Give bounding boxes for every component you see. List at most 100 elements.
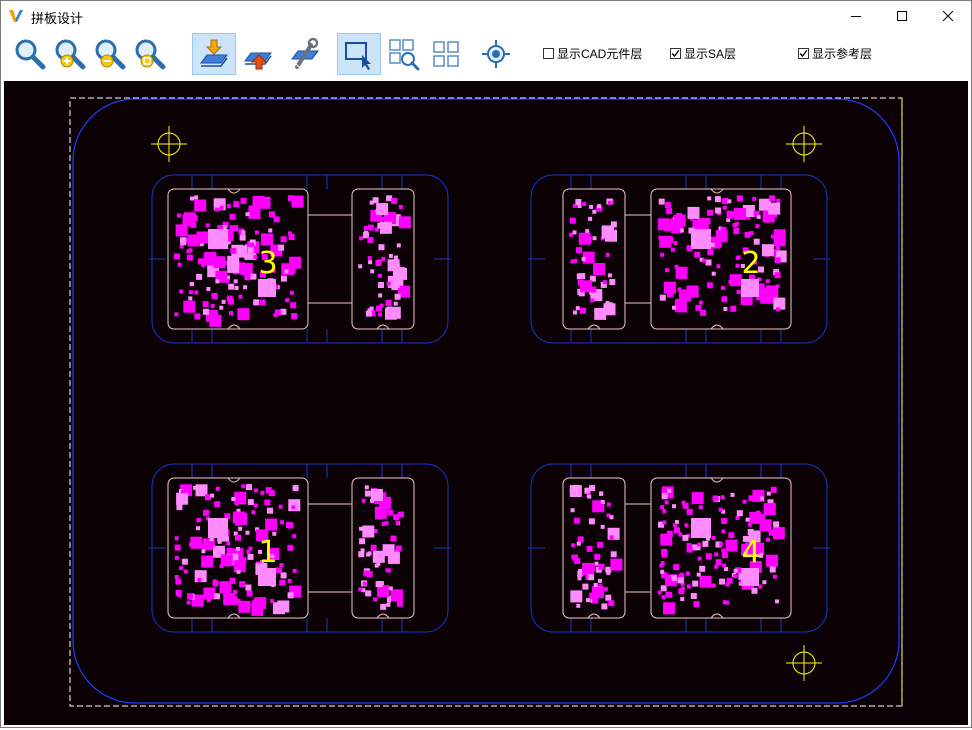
pad	[201, 549, 206, 554]
pad	[569, 488, 574, 493]
pad	[577, 536, 584, 543]
pad	[715, 207, 722, 214]
pad	[720, 227, 727, 233]
pad	[292, 485, 299, 492]
zoom-icon	[15, 39, 46, 70]
pad	[575, 199, 582, 205]
pad	[711, 583, 716, 588]
pad	[576, 603, 581, 608]
pad	[388, 586, 393, 591]
pad	[577, 576, 582, 581]
minimize-button[interactable]	[833, 1, 879, 31]
pad	[209, 314, 222, 327]
check-icon	[799, 50, 808, 58]
pad	[395, 520, 400, 525]
grid-button[interactable]	[426, 34, 466, 74]
pad	[582, 562, 595, 575]
export-button[interactable]	[238, 34, 278, 74]
zoom-in-button[interactable]	[50, 34, 90, 74]
import-button[interactable]	[192, 33, 236, 75]
ic-pad	[691, 518, 711, 538]
pad	[190, 196, 194, 201]
pad	[573, 517, 580, 524]
pad	[254, 488, 258, 493]
pad	[719, 578, 726, 585]
pad	[186, 249, 191, 254]
pad	[590, 298, 595, 303]
pad	[594, 561, 599, 566]
pad	[235, 497, 240, 502]
show-sa-layer-checkbox[interactable]: 显示SA层	[670, 45, 736, 62]
maximize-button[interactable]	[879, 1, 925, 31]
pad	[388, 254, 393, 258]
pad	[686, 508, 693, 515]
show-cad-layer-checkbox[interactable]: 显示CAD元件层	[543, 45, 642, 62]
pad	[245, 584, 252, 591]
pad	[384, 521, 389, 526]
pad	[289, 290, 294, 295]
pad	[393, 301, 398, 306]
board-number-label: 3	[258, 246, 277, 281]
pad	[759, 519, 772, 532]
pad	[660, 569, 665, 574]
pad	[288, 499, 301, 512]
export-icon	[244, 52, 272, 70]
pad	[601, 603, 608, 610]
pad	[179, 566, 184, 571]
pad	[361, 498, 366, 503]
pad	[226, 547, 233, 554]
settings-button[interactable]	[286, 34, 326, 74]
panel-canvas[interactable]: 3 2 1 4	[4, 81, 968, 725]
ic-pad	[741, 568, 759, 586]
pad	[693, 601, 700, 608]
pad	[364, 485, 369, 490]
board-unit[interactable]: 4	[528, 463, 830, 633]
pad	[762, 580, 767, 585]
pad	[223, 593, 236, 605]
zoom-out-button[interactable]	[90, 34, 130, 74]
checkbox-box-checked	[798, 48, 809, 59]
pad	[369, 306, 374, 311]
board-unit[interactable]: 2	[528, 174, 830, 344]
pad	[581, 256, 586, 261]
pad	[240, 197, 247, 204]
pad	[174, 575, 179, 579]
pad	[570, 508, 575, 513]
pad	[680, 586, 685, 591]
grid-search-button[interactable]	[383, 34, 423, 74]
pad	[673, 241, 678, 245]
v-logo-icon	[9, 10, 23, 22]
zoom-fit-button[interactable]	[130, 34, 170, 74]
pad	[766, 491, 771, 496]
pad	[221, 299, 226, 304]
pad	[376, 203, 389, 216]
pad	[249, 212, 254, 217]
board-unit[interactable]: 1	[149, 463, 451, 633]
close-button[interactable]	[925, 1, 971, 31]
pad	[682, 502, 689, 509]
show-reference-layer-checkbox[interactable]: 显示参考层	[798, 45, 872, 62]
pad	[700, 309, 707, 316]
pad	[747, 522, 752, 527]
target-icon	[482, 40, 510, 68]
pad	[206, 287, 211, 291]
pad	[264, 499, 271, 506]
pad	[212, 579, 217, 584]
checkbox-box-checked	[670, 48, 681, 59]
pad	[664, 202, 671, 208]
pad	[287, 231, 292, 236]
pad	[721, 552, 728, 559]
target-button[interactable]	[476, 34, 516, 74]
pad	[696, 572, 701, 577]
pad	[267, 507, 273, 514]
pad	[381, 256, 386, 261]
zoom-button[interactable]	[10, 34, 50, 74]
pad	[761, 244, 774, 257]
pad	[661, 493, 668, 500]
pad	[194, 199, 207, 212]
pad	[751, 587, 758, 594]
select-button[interactable]	[337, 33, 381, 75]
pad	[597, 204, 602, 209]
panel-drawing[interactable]: 3 2 1 4	[4, 81, 968, 725]
board-unit[interactable]: 3	[149, 174, 451, 344]
